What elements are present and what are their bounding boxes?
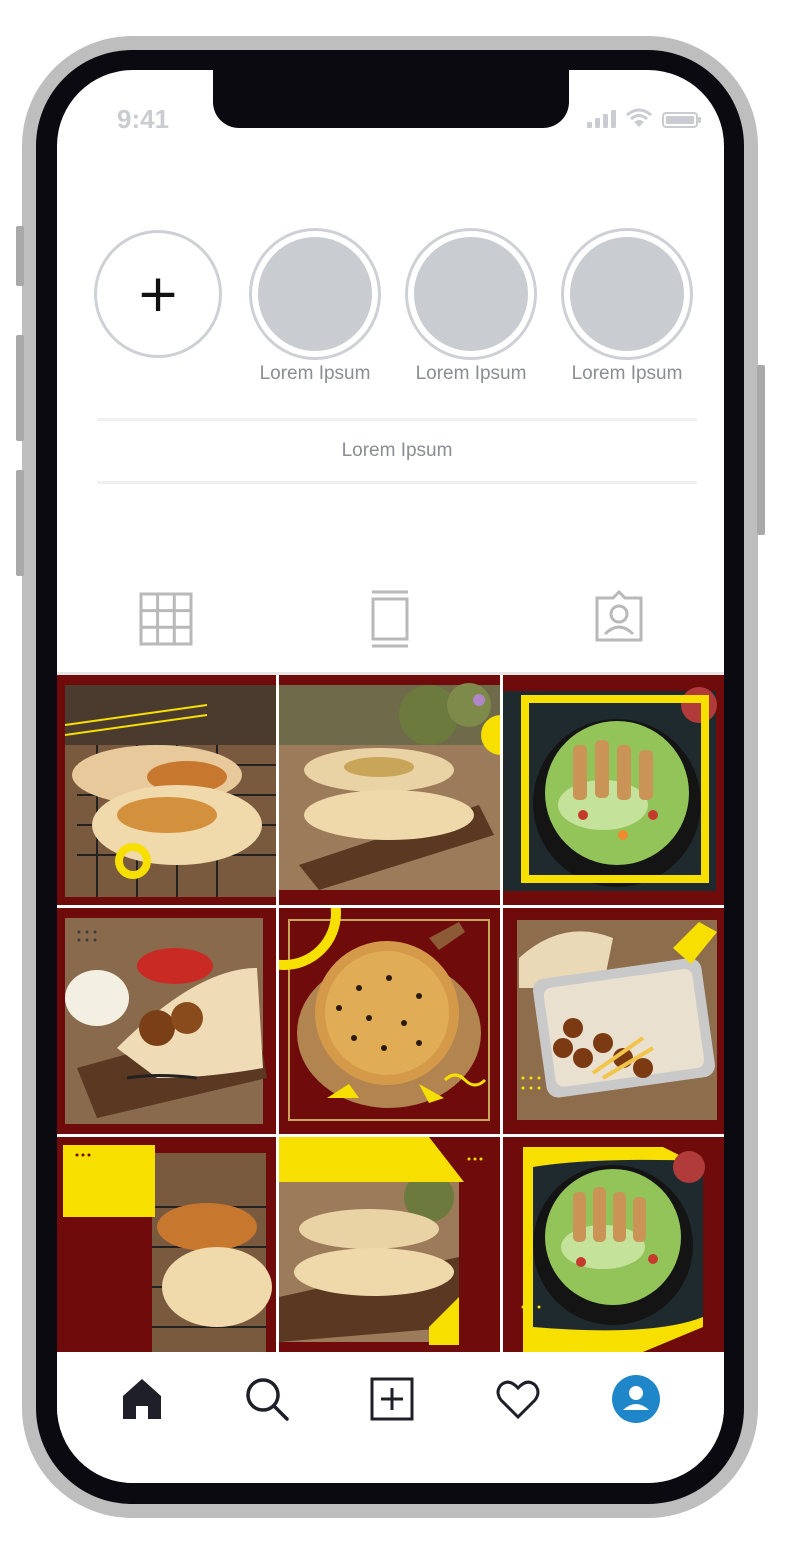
- grid-icon[interactable]: [137, 588, 197, 648]
- status-time: 9:41: [117, 104, 170, 134]
- grilled-chicken-salad-photo: [503, 675, 724, 905]
- bottom-navigation: [57, 1352, 724, 1483]
- battery-icon: [662, 112, 701, 128]
- post-thumbnail[interactable]: [279, 1137, 500, 1357]
- silent-switch: [16, 226, 24, 286]
- post-thumbnail[interactable]: [57, 908, 276, 1134]
- power-button: [757, 365, 765, 535]
- volume-down-button: [16, 470, 24, 576]
- story-new[interactable]: +: [92, 230, 224, 358]
- divider: [97, 418, 697, 421]
- story-item[interactable]: Lorem Ipsum: [405, 230, 537, 385]
- falafel-wrap-photo: [57, 908, 276, 1134]
- stuffed-flatbread-photo: [279, 675, 500, 905]
- profile-icon[interactable]: [611, 1374, 661, 1424]
- post-thumbnail[interactable]: [279, 908, 500, 1134]
- wrap-pastry-photo: [57, 1137, 276, 1357]
- plus-icon: +: [136, 264, 180, 324]
- wrap-pastry-photo: [57, 675, 276, 905]
- story-new-circle[interactable]: +: [94, 230, 222, 358]
- decorative-ring: [279, 908, 341, 970]
- post-thumbnail[interactable]: [57, 675, 276, 905]
- post-thumbnail[interactable]: [503, 908, 724, 1134]
- story-avatar[interactable]: [252, 231, 378, 357]
- story-label: Lorem Ipsum: [415, 363, 527, 384]
- wifi-icon: [626, 108, 652, 127]
- post-thumbnail[interactable]: [57, 1137, 276, 1357]
- home-icon[interactable]: [117, 1374, 167, 1424]
- status-icons: [587, 108, 701, 128]
- post-thumbnail[interactable]: [503, 1137, 724, 1357]
- stuffed-flatbread-photo: [279, 1137, 500, 1357]
- volume-up-button: [16, 335, 24, 441]
- tagged-icon[interactable]: [589, 588, 649, 648]
- story-label: Lorem Ipsum: [259, 363, 371, 384]
- falafel-platter-photo: [503, 908, 724, 1134]
- posts-grid: [57, 672, 724, 1357]
- notch: [213, 70, 569, 128]
- story-label: Lorem Ipsum: [571, 363, 683, 384]
- add-post-icon[interactable]: [367, 1374, 417, 1424]
- post-thumbnail[interactable]: [279, 675, 500, 905]
- divider: [97, 481, 697, 484]
- reels-icon[interactable]: [360, 588, 420, 648]
- story-avatar[interactable]: [564, 231, 690, 357]
- profile-center-text: Lorem Ipsum: [341, 440, 453, 461]
- signal-icon: [587, 108, 616, 128]
- search-icon[interactable]: [242, 1374, 292, 1424]
- story-item[interactable]: Lorem Ipsum: [561, 230, 693, 385]
- grilled-chicken-salad-photo: [503, 1137, 724, 1357]
- heart-icon[interactable]: [493, 1374, 543, 1424]
- post-thumbnail[interactable]: [503, 675, 724, 905]
- story-item[interactable]: Lorem Ipsum: [249, 230, 381, 385]
- phone-screen: 9:41 + Lorem Ipsum Lorem Ipsum Lorem Ips…: [57, 70, 724, 1483]
- story-avatar[interactable]: [408, 231, 534, 357]
